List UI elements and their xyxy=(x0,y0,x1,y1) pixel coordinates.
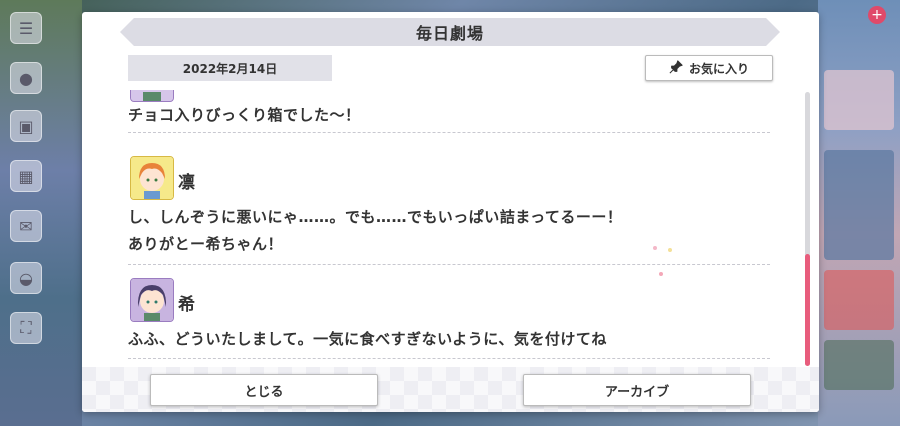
favorite-button[interactable]: お気に入り xyxy=(645,55,773,81)
sparkle-decoration xyxy=(659,272,663,276)
shop-icon: ▣ xyxy=(10,110,42,142)
speaker-name: 凛 xyxy=(178,173,195,193)
sparkle-decoration xyxy=(653,246,657,250)
divider xyxy=(128,264,770,265)
dialogue-list[interactable]: チョコ入りびっくり箱でした〜！ 凛 し、しんぞうに悪いにゃ……。でも……でもいっ… xyxy=(128,90,770,367)
dialogue-line: チョコ入りびっくり箱でした〜！ xyxy=(128,106,361,124)
avatar-cutoff xyxy=(130,90,174,102)
divider xyxy=(128,132,770,133)
scrollbar[interactable] xyxy=(805,92,810,366)
date-badge: 2022年2月14日 xyxy=(128,55,332,81)
background-tile xyxy=(824,270,894,330)
favorite-label: お気に入り xyxy=(688,61,749,76)
plus-icon: + xyxy=(868,6,886,24)
watering-can-icon: ◒ xyxy=(10,262,42,294)
gift-icon: ▦ xyxy=(10,160,42,192)
background-tile xyxy=(824,340,894,390)
background-left-menu: ☰ ● ▣ ▦ ✉ ◒ ⛶ xyxy=(0,0,82,426)
pushpin-icon xyxy=(669,59,683,77)
dialogue-line: ありがとー希ちゃん！ xyxy=(128,235,284,253)
divider xyxy=(128,358,770,359)
fullscreen-icon: ⛶ xyxy=(10,312,42,344)
dialogue-line: ふふ、どういたしまして。一気に食べすぎないように、気を付けてね xyxy=(128,330,607,348)
message-icon: ✉ xyxy=(10,210,42,242)
background-right-menu: + xyxy=(818,0,900,426)
dialogue-line: し、しんぞうに悪いにゃ……。でも……でもいっぱい詰まってるーー！ xyxy=(128,208,623,226)
avatar-rin xyxy=(130,156,174,200)
close-button[interactable]: とじる xyxy=(150,374,378,406)
menu-icon: ☰ xyxy=(10,12,42,44)
avatar-nozomi xyxy=(130,278,174,322)
dialog-title: 毎日劇場 xyxy=(120,18,780,46)
scrollbar-thumb[interactable] xyxy=(805,254,810,366)
chat-icon: ● xyxy=(10,62,42,94)
background-tile xyxy=(824,70,894,130)
daily-theater-dialog: 毎日劇場 2022年2月14日 お気に入り チョコ入りびっくり箱でした〜！ 凛 … xyxy=(82,12,819,412)
archive-button[interactable]: アーカイブ xyxy=(523,374,751,406)
speaker-name: 希 xyxy=(178,295,195,315)
sparkle-decoration xyxy=(668,248,672,252)
background-tile xyxy=(824,150,894,260)
